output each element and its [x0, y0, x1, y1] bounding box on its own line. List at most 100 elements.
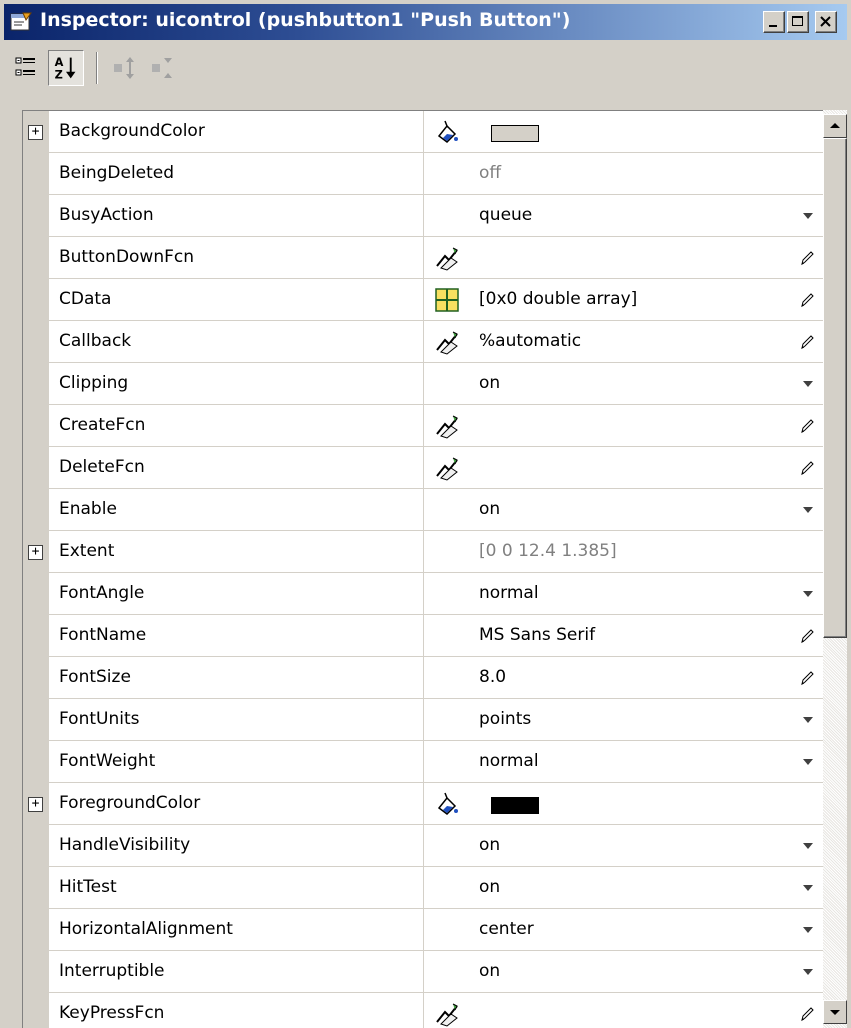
property-row[interactable]: + ForegroundColor — [23, 783, 823, 825]
dropdown-arrow-icon[interactable] — [803, 717, 813, 723]
dropdown-arrow-icon[interactable] — [803, 507, 813, 513]
callback-hand-icon[interactable] — [431, 326, 463, 358]
property-button-cell — [424, 279, 469, 321]
property-value[interactable] — [469, 111, 823, 153]
property-value[interactable]: [0x0 double array] — [469, 279, 823, 321]
property-row[interactable]: BeingDeleted off — [23, 153, 823, 195]
dropdown-arrow-icon[interactable] — [803, 885, 813, 891]
property-row[interactable]: + Extent [0 0 12.4 1.385] — [23, 531, 823, 573]
callback-hand-icon[interactable] — [431, 410, 463, 442]
property-row[interactable]: FontWeight normal — [23, 741, 823, 783]
categorized-view-icon — [15, 57, 35, 76]
property-value[interactable]: points — [469, 699, 823, 741]
property-button-cell — [424, 909, 469, 951]
minimize-button[interactable] — [763, 11, 785, 33]
property-value[interactable]: on — [469, 867, 823, 909]
dropdown-arrow-icon[interactable] — [803, 381, 813, 387]
property-value[interactable] — [469, 993, 823, 1028]
svg-text:Z: Z — [55, 67, 63, 81]
property-value[interactable]: normal — [469, 741, 823, 783]
property-value[interactable]: MS Sans Serif — [469, 615, 823, 657]
pencil-edit-icon[interactable] — [799, 333, 815, 351]
property-row[interactable]: Clipping on — [23, 363, 823, 405]
property-value[interactable]: %automatic — [469, 321, 823, 363]
property-button-cell — [424, 195, 469, 237]
property-name: FontName — [49, 615, 424, 657]
vertical-scrollbar[interactable] — [823, 110, 847, 1028]
property-value[interactable]: normal — [469, 573, 823, 615]
dropdown-arrow-icon[interactable] — [803, 213, 813, 219]
property-row[interactable]: HandleVisibility on — [23, 825, 823, 867]
property-value[interactable]: center — [469, 909, 823, 951]
callback-hand-icon[interactable] — [431, 242, 463, 274]
pencil-edit-icon[interactable] — [799, 669, 815, 687]
property-row[interactable]: CreateFcn — [23, 405, 823, 447]
property-row[interactable]: KeyPressFcn — [23, 993, 823, 1028]
pencil-edit-icon[interactable] — [799, 417, 815, 435]
dropdown-arrow-icon[interactable] — [803, 927, 813, 933]
pencil-edit-icon[interactable] — [799, 627, 815, 645]
color-swatch[interactable] — [491, 125, 539, 142]
property-value[interactable] — [469, 405, 823, 447]
expand-icon[interactable]: + — [28, 545, 43, 560]
paint-bucket-icon[interactable] — [431, 788, 463, 820]
dropdown-arrow-icon[interactable] — [803, 759, 813, 765]
dropdown-arrow-icon[interactable] — [803, 969, 813, 975]
maximize-button[interactable] — [787, 11, 809, 33]
sort-alphabetical-button[interactable]: A Z — [48, 50, 84, 86]
property-value[interactable] — [469, 237, 823, 279]
dropdown-arrow-icon[interactable] — [803, 591, 813, 597]
arrow-down-icon — [830, 1010, 840, 1015]
property-grid: + BackgroundColor BeingDeleted off BusyActio… — [22, 110, 823, 1028]
pencil-edit-icon[interactable] — [799, 459, 815, 477]
property-row[interactable]: ButtonDownFcn — [23, 237, 823, 279]
property-name: CData — [49, 279, 424, 321]
scroll-down-button[interactable] — [823, 1000, 847, 1024]
property-value[interactable]: 8.0 — [469, 657, 823, 699]
property-row[interactable]: + BackgroundColor — [23, 111, 823, 153]
property-row[interactable]: FontUnits points — [23, 699, 823, 741]
property-name: BackgroundColor — [49, 111, 424, 153]
property-value[interactable]: queue — [469, 195, 823, 237]
paint-bucket-icon[interactable] — [431, 116, 463, 148]
expand-icon[interactable]: + — [28, 125, 43, 140]
dropdown-arrow-icon[interactable] — [803, 843, 813, 849]
property-row[interactable]: Callback %automatic — [23, 321, 823, 363]
collapse-all-button[interactable] — [144, 50, 180, 86]
property-row[interactable]: FontName MS Sans Serif — [23, 615, 823, 657]
property-button-cell — [424, 237, 469, 279]
property-row[interactable]: DeleteFcn — [23, 447, 823, 489]
property-row[interactable]: CData [0x0 double array] — [23, 279, 823, 321]
toolbar-separator — [96, 52, 98, 84]
callback-hand-icon[interactable] — [431, 452, 463, 484]
property-row[interactable]: FontAngle normal — [23, 573, 823, 615]
property-name: BeingDeleted — [49, 153, 424, 195]
expand-all-button[interactable] — [106, 50, 142, 86]
categorized-view-button[interactable] — [8, 50, 44, 86]
scroll-thumb[interactable] — [823, 138, 847, 638]
property-name: Callback — [49, 321, 424, 363]
property-value[interactable] — [469, 783, 823, 825]
pencil-edit-icon[interactable] — [799, 291, 815, 309]
property-row[interactable]: BusyAction queue — [23, 195, 823, 237]
property-row[interactable]: FontSize 8.0 — [23, 657, 823, 699]
property-value[interactable] — [469, 447, 823, 489]
array-grid-icon[interactable] — [431, 284, 463, 316]
property-row[interactable]: Interruptible on — [23, 951, 823, 993]
pencil-edit-icon[interactable] — [799, 249, 815, 267]
title-bar[interactable]: Inspector: uicontrol (pushbutton1 "Push … — [4, 4, 847, 40]
property-button-cell — [424, 405, 469, 447]
color-swatch[interactable] — [491, 797, 539, 814]
property-value[interactable]: on — [469, 951, 823, 993]
property-row[interactable]: HitTest on — [23, 867, 823, 909]
property-value[interactable]: on — [469, 825, 823, 867]
property-row[interactable]: HorizontalAlignment center — [23, 909, 823, 951]
property-row[interactable]: Enable on — [23, 489, 823, 531]
property-value[interactable]: on — [469, 489, 823, 531]
callback-hand-icon[interactable] — [431, 998, 463, 1028]
pencil-edit-icon[interactable] — [799, 1005, 815, 1023]
close-button[interactable] — [815, 11, 837, 33]
property-value[interactable]: on — [469, 363, 823, 405]
scroll-up-button[interactable] — [823, 114, 847, 138]
expand-icon[interactable]: + — [28, 797, 43, 812]
